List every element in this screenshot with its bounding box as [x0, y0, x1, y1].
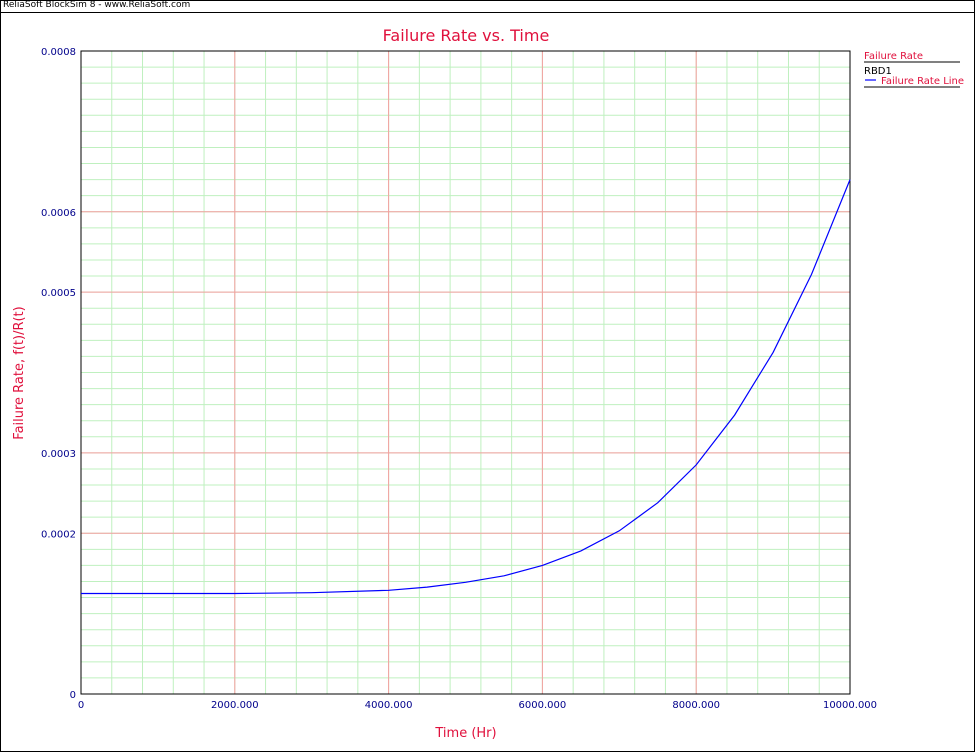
- legend-heading: Failure Rate: [864, 51, 923, 62]
- x-tick-label: 8000.000: [672, 700, 720, 711]
- y-tick-label: 0: [70, 690, 76, 701]
- x-tick-label: 10000.000: [823, 700, 877, 711]
- failure-rate-line: [81, 179, 851, 595]
- minor-grid: [80, 50, 851, 695]
- x-tick-label: 6000.000: [519, 700, 567, 711]
- x-tick-label: 2000.000: [211, 700, 259, 711]
- y-tick-label: 0.0006: [41, 208, 76, 219]
- y-axis-ticks: 0 0.0002 0.0003 0.0005 0.0006 0.0008: [41, 47, 76, 701]
- legend: Failure Rate RBD1 Failure Rate Line: [864, 51, 964, 88]
- y-tick-label: 0.0002: [41, 529, 76, 540]
- y-tick-label: 0.0005: [41, 288, 76, 299]
- x-tick-label: 0: [78, 700, 84, 711]
- x-tick-label: 4000.000: [365, 700, 413, 711]
- y-axis-label: Failure Rate, f(t)/R(t): [12, 306, 27, 439]
- y-tick-label: 0.0003: [41, 449, 76, 460]
- x-axis-ticks: 0 2000.000 4000.000 6000.000 8000.000 10000.0…: [78, 700, 877, 711]
- legend-entry-label: Failure Rate Line: [881, 76, 964, 87]
- x-axis-label: Time (Hr): [434, 726, 496, 741]
- y-tick-label: 0.0008: [41, 47, 76, 58]
- failure-rate-chart: 0 0.0002 0.0003 0.0005 0.0006 0.0008 0 2000.00…: [12, 26, 964, 741]
- chart-title: Failure Rate vs. Time: [383, 26, 550, 45]
